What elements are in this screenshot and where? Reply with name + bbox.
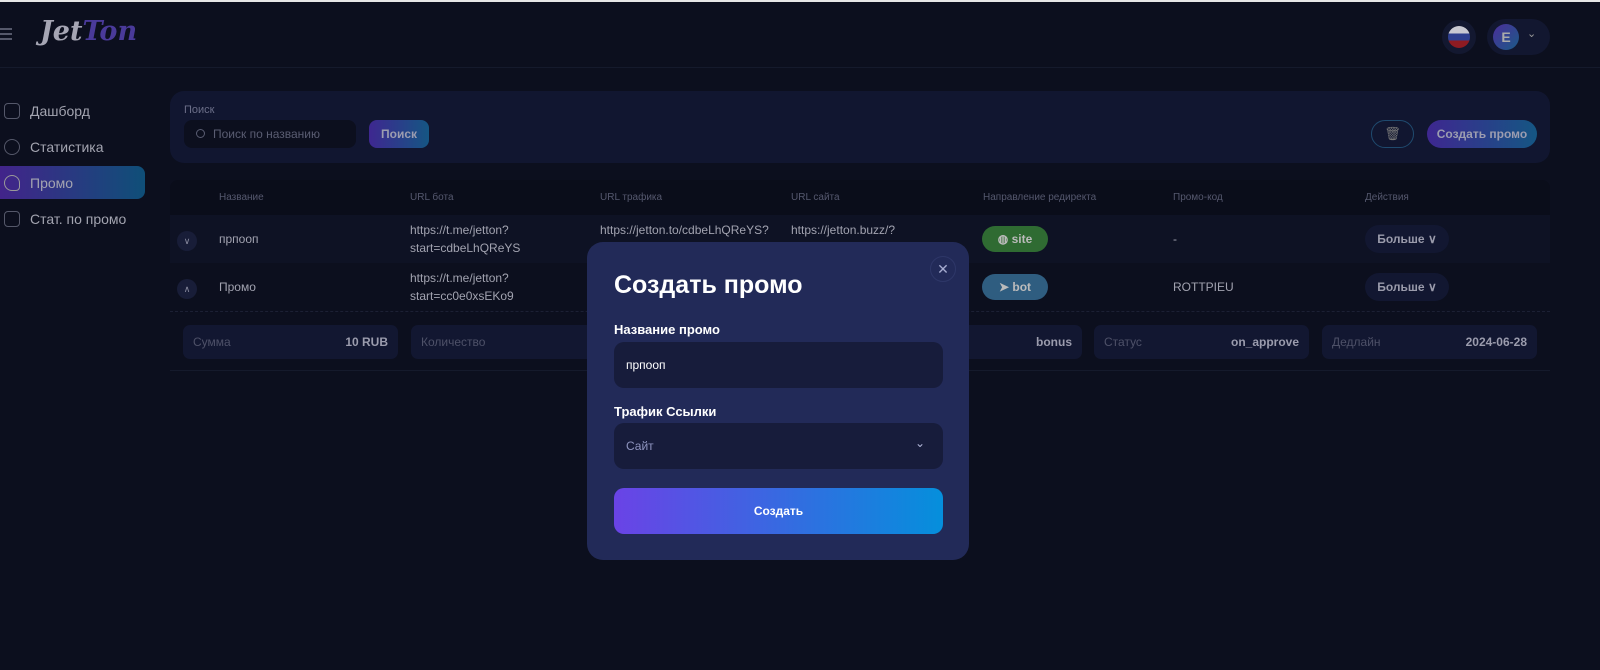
site-url: https://jetton.buzz/? (791, 223, 896, 237)
search-input[interactable]: Поиск по названию (184, 120, 356, 148)
chevron-down-icon: ⌄ (1527, 28, 1537, 40)
submit-create-button[interactable]: Создать (614, 488, 943, 534)
sidebar-item-label: Дашборд (30, 102, 90, 119)
redirect-badge: ➤ bot (982, 274, 1048, 300)
name-label: Название промо (614, 322, 720, 337)
expand-chevron-icon[interactable]: ∨ (177, 231, 197, 251)
column-header: Название (219, 192, 264, 203)
language-flag-icon[interactable] (1442, 20, 1476, 54)
modal-title: Создать промо (614, 271, 803, 299)
trash-icon: 🗑 (1384, 126, 1401, 141)
bot-url: https://t.me/jetton? (410, 271, 509, 285)
close-icon[interactable]: ✕ (930, 256, 956, 282)
sidebar-item-promo-stats[interactable]: Стат. по промо (0, 202, 145, 235)
column-header: URL сайта (791, 192, 840, 203)
more-button[interactable]: Больше ∨ (1365, 225, 1449, 253)
sidebar-item-dashboard[interactable]: Дашборд (0, 94, 145, 127)
collapse-chevron-icon[interactable]: ∧ (177, 279, 197, 299)
promo-code: ROTTPIEU (1173, 280, 1234, 294)
search-label: Поиск (184, 104, 215, 116)
bar-chart-icon (4, 210, 20, 227)
detail-amount: Сумма 10 RUB (183, 325, 398, 359)
promo-name-input[interactable]: прпооп (614, 342, 943, 388)
chevron-down-icon: ⌄ (914, 436, 925, 450)
statistics-icon (4, 138, 20, 155)
detail-deadline: Дедлайн 2024-06-28 (1322, 325, 1537, 359)
avatar: E (1493, 24, 1519, 50)
sidebar-item-label: Статистика (30, 138, 104, 155)
more-button[interactable]: Больше ∨ (1365, 273, 1449, 301)
bot-url-line2: start=cc0e0xsEKo9 (410, 289, 514, 303)
megaphone-icon (4, 174, 20, 191)
dashboard-icon (4, 102, 20, 119)
bot-url: https://t.me/jetton? (410, 223, 509, 237)
sidebar-item-label: Промо (30, 174, 74, 191)
column-header: Действия (1365, 192, 1409, 203)
traffic-label: Трафик Ссылки (614, 404, 717, 419)
top-bar: JetTon E ⌄ (0, 2, 1600, 68)
promo-name: прпооп (219, 232, 259, 246)
detail-status: Статус on_approve (1094, 325, 1309, 359)
logo[interactable]: JetTon (40, 16, 137, 47)
column-header: URL трафика (600, 192, 663, 203)
promo-name: Промо (219, 280, 256, 294)
column-header: Промо-код (1173, 192, 1223, 203)
search-button[interactable]: Поиск (369, 120, 429, 148)
column-header: Направление редиректа (983, 192, 1097, 203)
traffic-select[interactable]: Сайт ⌄ (614, 423, 943, 469)
user-menu[interactable]: E ⌄ (1487, 19, 1550, 55)
search-panel: Поиск Поиск по названию Поиск 🗑 Создать … (170, 91, 1550, 163)
sidebar: Дашборд Статистика Промо Стат. по промо (0, 94, 145, 238)
create-promo-button[interactable]: Создать промо (1427, 120, 1537, 148)
column-header: URL бота (410, 192, 454, 203)
delete-button[interactable]: 🗑 (1371, 120, 1414, 148)
sidebar-item-promo[interactable]: Промо (0, 166, 145, 199)
sidebar-item-label: Стат. по промо (30, 210, 127, 227)
menu-icon[interactable] (0, 28, 12, 42)
bot-url-line2: start=cdbeLhQReYS (410, 241, 521, 255)
sidebar-item-statistics[interactable]: Статистика (0, 130, 145, 163)
traffic-url: https://jetton.to/cdbeLhQReYS? (600, 223, 769, 237)
redirect-badge: ◍ site (982, 226, 1048, 252)
create-promo-modal: ✕ Создать промо Название промо прпооп Тр… (587, 242, 969, 560)
table-header: Название URL бота URL трафика URL сайта … (170, 180, 1550, 215)
promo-code: - (1173, 232, 1177, 246)
